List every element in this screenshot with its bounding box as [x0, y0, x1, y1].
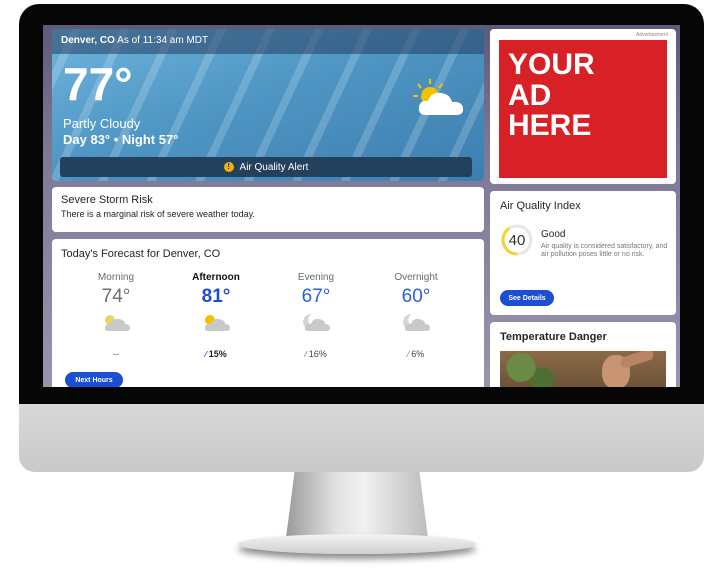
forecast-period-overnight[interactable]: Overnight 60° ⁄ 6%	[366, 272, 466, 359]
period-temp: 60°	[401, 286, 431, 307]
partly-cloudy-day-icon	[204, 315, 230, 331]
ad-line: YOUR	[508, 48, 595, 81]
period-precip: ⁄ 15%	[166, 349, 266, 359]
period-name: Afternoon	[192, 272, 240, 283]
heat-photo	[500, 351, 666, 387]
period-name: Evening	[297, 272, 335, 283]
forecast-periods: Morning 74° -- Afternoon 81° ⁄ 15% Eveni…	[66, 272, 466, 359]
next-hours-button[interactable]: Next Hours	[65, 372, 123, 387]
air-quality-card: Air Quality Index 40 Good Air quality is…	[490, 191, 676, 315]
air-quality-alert-banner[interactable]: ! Air Quality Alert	[60, 157, 472, 177]
alert-text: Air Quality Alert	[239, 161, 309, 173]
monitor-chin	[19, 404, 704, 472]
ad-label: Advertisement	[636, 32, 668, 38]
day-night-temps: Day 83° • Night 57°	[63, 132, 179, 147]
aqi-title: Air Quality Index	[500, 200, 581, 212]
forecast-period-evening[interactable]: Evening 67° ⁄ 16%	[266, 272, 366, 359]
ad-banner[interactable]: YOUR AD HERE	[499, 40, 667, 178]
monitor-stand-base	[238, 534, 476, 554]
weather-phrase: Partly Cloudy	[63, 116, 141, 131]
ad-line: AD	[508, 78, 552, 112]
period-name: Morning	[97, 272, 135, 283]
partly-cloudy-icon	[413, 79, 464, 115]
forecast-period-morning[interactable]: Morning 74° --	[66, 272, 166, 359]
forecast-title: Today's Forecast for Denver, CO	[61, 248, 221, 260]
precip-value: 6%	[411, 349, 425, 359]
current-conditions-card: Denver, CO As of 11:34 am MDT 77° Partly…	[52, 29, 484, 181]
storm-text: There is a marginal risk of severe weath…	[61, 209, 255, 219]
see-details-button[interactable]: See Details	[500, 290, 554, 306]
as-of-time: As of 11:34 am MDT	[117, 35, 209, 46]
monitor-stand	[286, 472, 428, 538]
temp-danger-title: Temperature Danger	[500, 331, 607, 343]
location-header: Denver, CO As of 11:34 am MDT	[52, 29, 484, 54]
temperature-danger-card[interactable]: Temperature Danger	[490, 322, 676, 387]
todays-forecast-card: Today's Forecast for Denver, CO Morning …	[52, 239, 484, 387]
severe-storm-card[interactable]: Severe Storm Risk There is a marginal ri…	[52, 187, 484, 232]
forecast-period-afternoon[interactable]: Afternoon 81° ⁄ 15%	[166, 272, 266, 359]
precip-value: 15%	[208, 349, 227, 359]
period-temp: 67°	[301, 286, 331, 307]
advertisement-card: Advertisement YOUR AD HERE	[490, 29, 676, 184]
period-precip: ⁄ 6%	[366, 349, 466, 359]
partly-cloudy-night-icon	[303, 313, 330, 331]
screen: Denver, CO As of 11:34 am MDT 77° Partly…	[43, 25, 680, 387]
alert-icon: !	[223, 162, 234, 172]
partly-cloudy-day-icon	[104, 315, 130, 331]
storm-title: Severe Storm Risk	[61, 194, 153, 206]
aqi-value: 40	[508, 231, 526, 249]
precip-value: 16%	[308, 349, 327, 359]
partly-cloudy-night-icon	[403, 313, 430, 331]
aqi-description: Air quality is considered satisfactory, …	[541, 243, 668, 259]
location-name: Denver, CO	[61, 35, 115, 46]
aqi-category: Good	[541, 229, 566, 240]
period-temp: 81°	[201, 286, 231, 307]
period-precip: ⁄ 16%	[266, 349, 366, 359]
period-temp: 74°	[101, 286, 131, 307]
period-precip: --	[113, 349, 119, 359]
period-name: Overnight	[394, 272, 438, 283]
ad-line: HERE	[508, 109, 592, 143]
current-temperature: 77°	[63, 58, 133, 110]
